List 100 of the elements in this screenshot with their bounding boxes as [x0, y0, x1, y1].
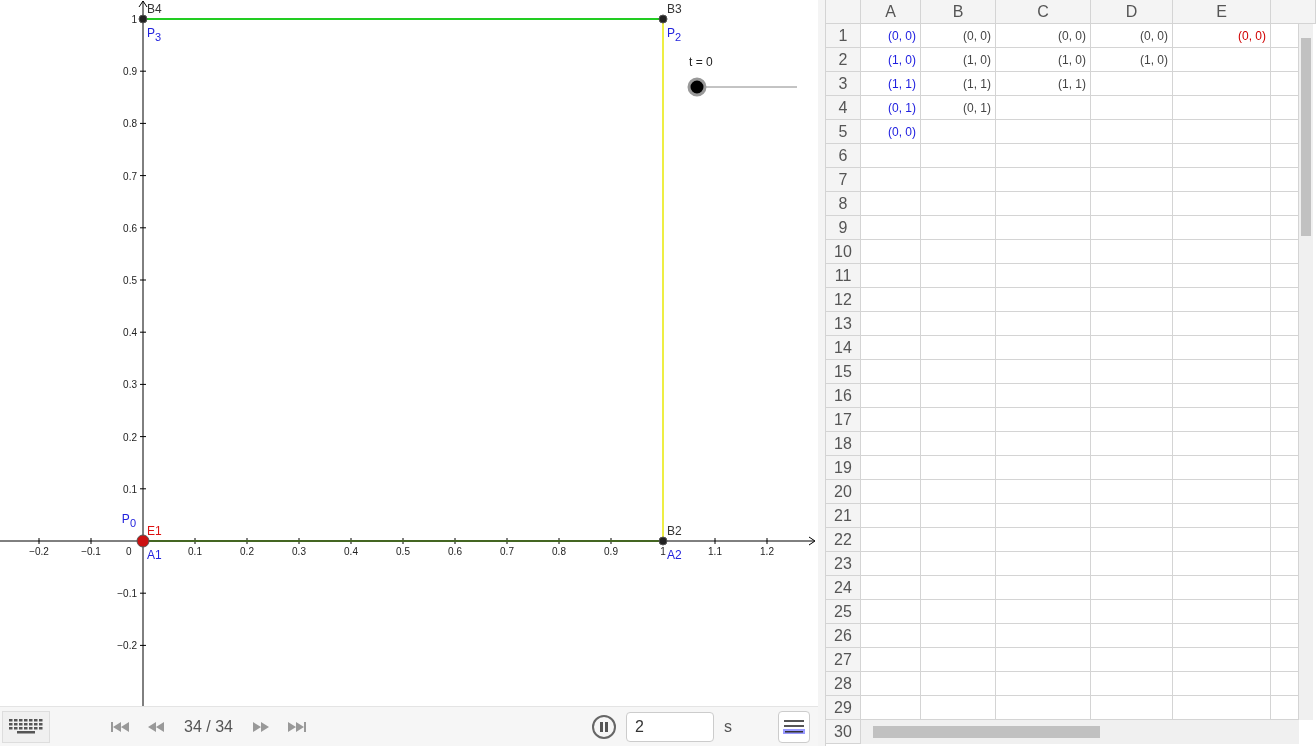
slider-track[interactable]	[687, 77, 798, 97]
table-cell[interactable]	[996, 144, 1091, 168]
row-header[interactable]: 13	[826, 312, 861, 336]
table-cell[interactable]	[861, 360, 921, 384]
row-header[interactable]: 28	[826, 672, 861, 696]
keyboard-button[interactable]	[2, 710, 50, 743]
speed-field[interactable]: 2	[625, 711, 714, 742]
table-cell[interactable]	[1091, 336, 1173, 360]
table-cell[interactable]	[861, 600, 921, 624]
table-cell[interactable]	[861, 336, 921, 360]
table-cell[interactable]	[921, 672, 996, 696]
table-cell[interactable]: (1, 0)	[861, 48, 921, 72]
row-header[interactable]: 23	[826, 552, 861, 576]
table-cell[interactable]	[861, 216, 921, 240]
table-cell[interactable]	[1173, 480, 1271, 504]
table-cell[interactable]	[1173, 168, 1271, 192]
table-cell[interactable]	[1173, 384, 1271, 408]
row-header[interactable]: 8	[826, 192, 861, 216]
table-cell[interactable]	[1091, 624, 1173, 648]
table-cell[interactable]	[921, 432, 996, 456]
table-cell[interactable]	[921, 576, 996, 600]
point[interactable]	[658, 14, 668, 24]
table-cell[interactable]	[996, 600, 1091, 624]
table-cell[interactable]	[861, 144, 921, 168]
table-cell[interactable]	[861, 504, 921, 528]
vertical-scrollbar[interactable]	[1299, 24, 1313, 720]
row-header[interactable]: 26	[826, 624, 861, 648]
row-header[interactable]: 11	[826, 264, 861, 288]
row-header[interactable]: 29	[826, 696, 861, 720]
row-header[interactable]: 12	[826, 288, 861, 312]
table-cell[interactable]	[861, 408, 921, 432]
table-cell[interactable]	[861, 624, 921, 648]
table-cell[interactable]	[921, 240, 996, 264]
table-cell[interactable]	[1091, 240, 1173, 264]
table-cell[interactable]: (1, 1)	[921, 72, 996, 96]
row-header[interactable]: 24	[826, 576, 861, 600]
table-cell[interactable]	[1173, 144, 1271, 168]
table-cell[interactable]	[996, 360, 1091, 384]
row-header[interactable]: 17	[826, 408, 861, 432]
table-cell[interactable]	[1091, 264, 1173, 288]
table-cell[interactable]	[1091, 72, 1173, 96]
table-cell[interactable]	[921, 144, 996, 168]
table-cell[interactable]: (0, 0)	[921, 24, 996, 48]
table-cell[interactable]	[921, 624, 996, 648]
table-cell[interactable]: (0, 0)	[996, 24, 1091, 48]
row-header[interactable]: 14	[826, 336, 861, 360]
table-cell[interactable]	[1173, 576, 1271, 600]
table-cell[interactable]	[1173, 216, 1271, 240]
table-cell[interactable]: (0, 1)	[861, 96, 921, 120]
point[interactable]	[138, 14, 148, 24]
table-cell[interactable]	[921, 192, 996, 216]
table-cell[interactable]	[996, 456, 1091, 480]
algebra-button[interactable]	[778, 710, 810, 743]
point[interactable]	[136, 534, 150, 548]
row-header[interactable]: 22	[826, 528, 861, 552]
table-cell[interactable]	[861, 480, 921, 504]
row-header[interactable]: 7	[826, 168, 861, 192]
table-cell[interactable]	[1173, 48, 1271, 72]
table-cell[interactable]	[1173, 240, 1271, 264]
table-cell[interactable]	[996, 96, 1091, 120]
table-cell[interactable]	[1091, 432, 1173, 456]
table-cell[interactable]	[861, 456, 921, 480]
column-header[interactable]: C	[996, 0, 1091, 24]
table-cell[interactable]	[1091, 552, 1173, 576]
table-cell[interactable]	[1091, 144, 1173, 168]
splitter[interactable]	[818, 0, 825, 746]
table-cell[interactable]	[996, 624, 1091, 648]
table-cell[interactable]	[1091, 672, 1173, 696]
column-header[interactable]: A	[861, 0, 921, 24]
row-header[interactable]: 5	[826, 120, 861, 144]
table-cell[interactable]: (1, 1)	[996, 72, 1091, 96]
table-cell[interactable]	[1173, 288, 1271, 312]
table-cell[interactable]: (0, 1)	[921, 96, 996, 120]
table-cell[interactable]	[1173, 432, 1271, 456]
table-cell[interactable]	[861, 264, 921, 288]
table-cell[interactable]	[996, 384, 1091, 408]
table-cell[interactable]	[996, 432, 1091, 456]
column-header[interactable]: E	[1173, 0, 1271, 24]
row-header[interactable]: 9	[826, 216, 861, 240]
table-cell[interactable]	[861, 528, 921, 552]
table-cell[interactable]	[1091, 600, 1173, 624]
table-cell[interactable]	[921, 288, 996, 312]
scrollbar-thumb[interactable]	[1301, 38, 1311, 236]
table-cell[interactable]	[1173, 504, 1271, 528]
table-cell[interactable]	[861, 432, 921, 456]
table-cell[interactable]	[1173, 120, 1271, 144]
row-header[interactable]: 1	[826, 24, 861, 48]
table-cell[interactable]	[921, 528, 996, 552]
table-cell[interactable]	[1091, 576, 1173, 600]
table-cell[interactable]	[996, 192, 1091, 216]
row-header[interactable]: 15	[826, 360, 861, 384]
table-cell[interactable]	[1173, 624, 1271, 648]
corner-cell[interactable]	[826, 0, 861, 24]
table-cell[interactable]	[1173, 408, 1271, 432]
table-cell[interactable]	[1091, 192, 1173, 216]
table-cell[interactable]	[1173, 672, 1271, 696]
table-cell[interactable]	[921, 408, 996, 432]
table-cell[interactable]	[861, 648, 921, 672]
table-cell[interactable]	[861, 384, 921, 408]
table-cell[interactable]	[1091, 312, 1173, 336]
